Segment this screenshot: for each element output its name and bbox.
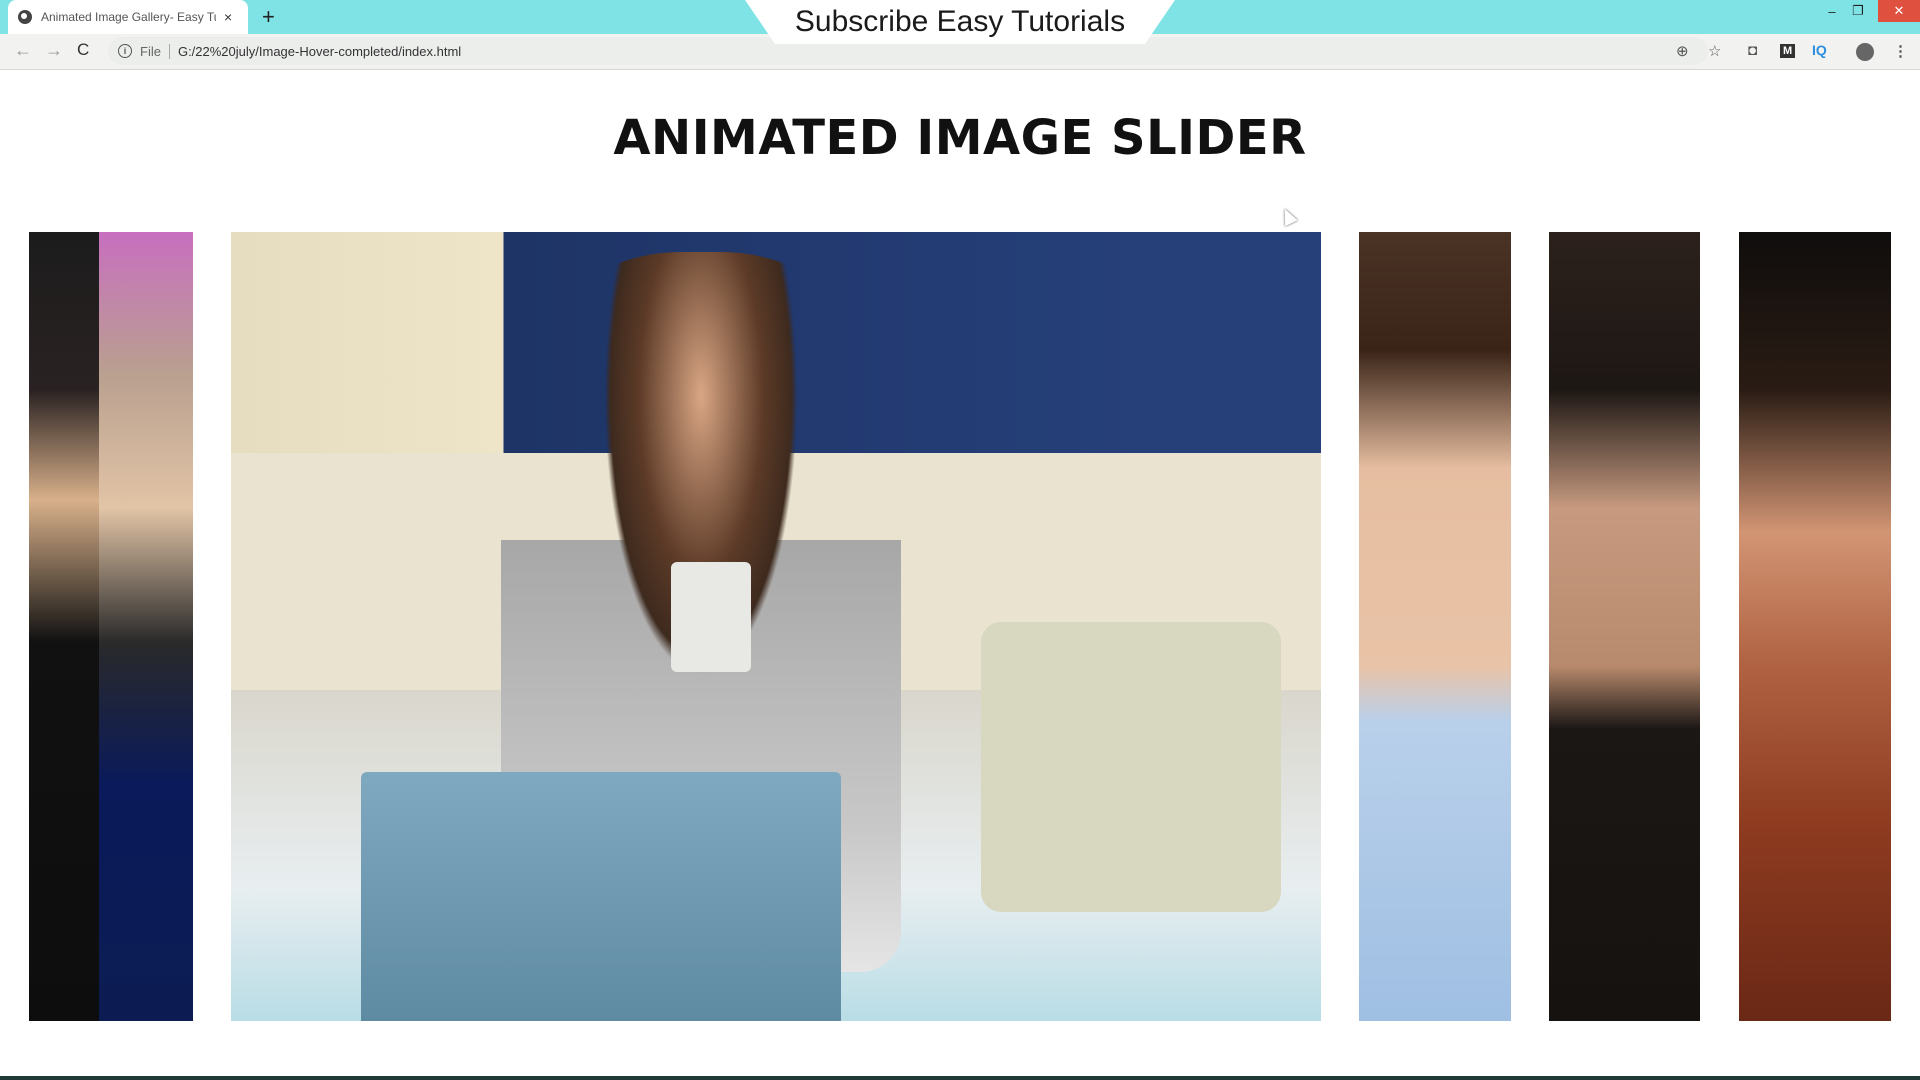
banner-text: Subscribe Easy Tutorials <box>794 5 1126 38</box>
camera-extension-icon[interactable]: ◘ <box>1748 42 1757 59</box>
m-extension-icon[interactable]: M <box>1780 44 1796 58</box>
iq-extension-icon[interactable]: IQ <box>1812 42 1827 58</box>
page-title: ANIMATED IMAGE SLIDER <box>613 110 1307 166</box>
slide-pillow <box>981 622 1281 912</box>
slide-woman-laptop-coffee[interactable] <box>231 232 1321 1021</box>
back-button[interactable]: ← <box>14 40 32 61</box>
window-close-button[interactable]: ✕ <box>1878 0 1920 22</box>
slide-woman-red-hair[interactable] <box>1739 232 1891 1021</box>
new-tab-button[interactable]: + <box>262 4 275 30</box>
restore-button[interactable]: ❐ <box>1848 0 1868 22</box>
zoom-icon[interactable]: ⊕ <box>1676 42 1689 60</box>
slide-laptop <box>361 772 841 1021</box>
forward-button[interactable]: → <box>45 40 63 61</box>
info-icon[interactable]: i <box>118 44 132 58</box>
browser-tab-active[interactable]: Animated Image Gallery- Easy Tu × <box>8 0 248 34</box>
slide-woman-striped-shirt[interactable] <box>1359 232 1511 1021</box>
globe-icon <box>18 10 32 24</box>
bookmark-star-icon[interactable]: ☆ <box>1708 42 1721 60</box>
os-taskbar <box>0 1076 1920 1080</box>
scheme-label: File <box>140 43 170 59</box>
slide-mug <box>671 562 751 672</box>
mouse-cursor-icon <box>1278 205 1298 227</box>
browser-menu-icon[interactable]: ⋮ <box>1893 42 1908 60</box>
minimize-button[interactable]: – <box>1822 0 1842 22</box>
slide-man-vr-headset[interactable] <box>29 232 193 1021</box>
url-text[interactable]: G:/22%20july/Image-Hover-completed/index… <box>178 44 461 59</box>
profile-avatar[interactable] <box>1856 43 1874 61</box>
reload-button[interactable]: C <box>77 40 89 60</box>
tab-title: Animated Image Gallery- Easy Tu <box>41 10 216 24</box>
tab-close-icon[interactable]: × <box>224 9 232 25</box>
subscribe-banner-overlay: Subscribe Easy Tutorials <box>745 0 1175 44</box>
slide-man-hat-wink[interactable] <box>1549 232 1700 1021</box>
